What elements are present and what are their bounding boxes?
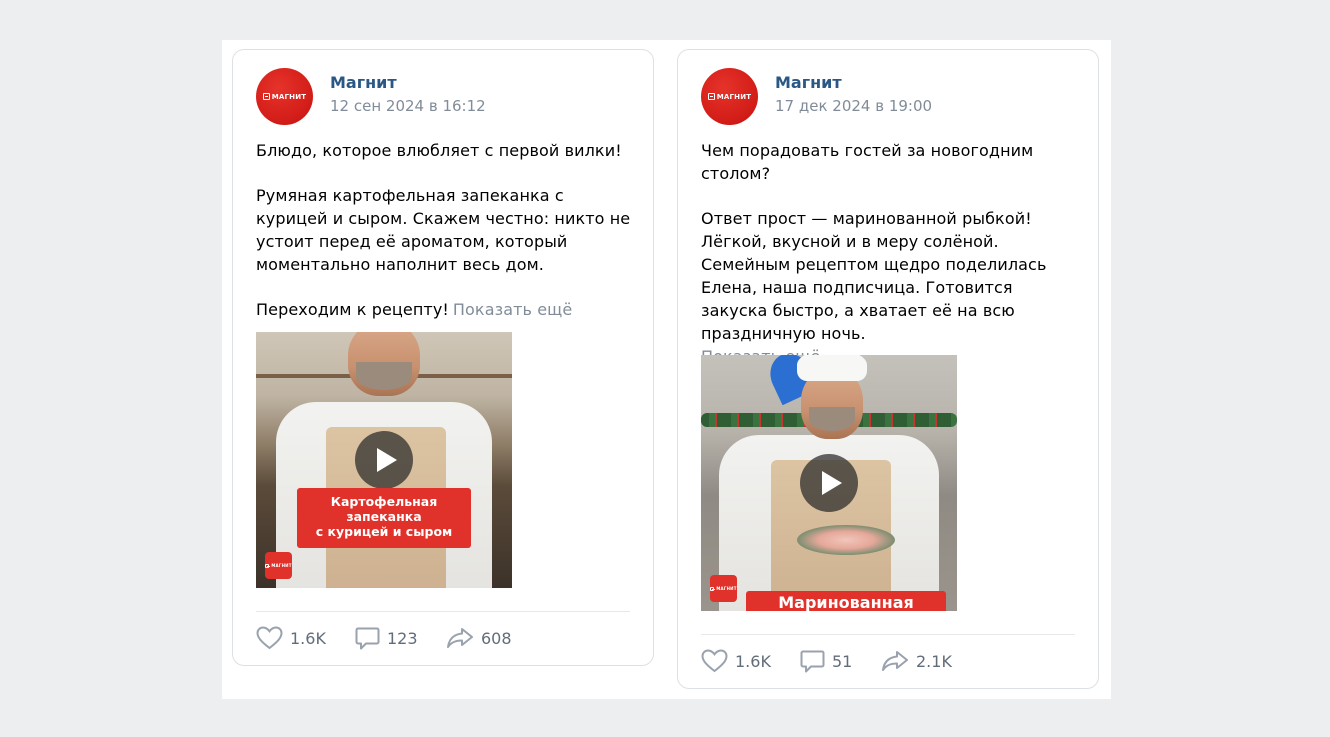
comment-icon: [800, 650, 825, 672]
magnit-logo-icon: МАГНИТ: [262, 93, 307, 101]
share-button[interactable]: 608: [446, 623, 512, 653]
post-paragraph: Блюдо, которое влюбляет с первой вилки!: [256, 141, 622, 160]
video-thumbnail[interactable]: Картофельная запеканка с курицей и сыром…: [256, 332, 512, 588]
post-header: МАГНИТ Магнит 12 сен 2024 в 16:12: [256, 68, 636, 126]
magnit-logo-icon: МАГНИТ: [265, 552, 292, 579]
post-text: Блюдо, которое влюбляет с первой вилки! …: [256, 139, 636, 321]
like-button[interactable]: 1.6K: [256, 623, 326, 653]
divider: [701, 634, 1075, 635]
comment-icon: [355, 627, 380, 649]
comment-button[interactable]: 123: [355, 623, 418, 653]
magnit-logo-icon: МАГНИТ: [710, 575, 737, 602]
comment-button[interactable]: 51: [800, 646, 852, 676]
post-paragraph: Ответ прост — маринованной рыбкой! Лёгко…: [701, 209, 1047, 343]
shares-count: 2.1K: [916, 651, 952, 671]
video-title-banner: Маринованная: [746, 591, 946, 611]
likes-count: 1.6K: [290, 628, 326, 648]
shares-count: 608: [481, 628, 512, 648]
post-paragraph: Чем порадовать гостей за новогодним стол…: [701, 141, 1034, 183]
share-button[interactable]: 2.1K: [881, 646, 952, 676]
like-button[interactable]: 1.6K: [701, 646, 771, 676]
share-arrow-icon: [882, 651, 908, 671]
post-paragraph: Румяная картофельная запеканка с курицей…: [256, 186, 631, 274]
post-date[interactable]: 17 дек 2024 в 19:00: [775, 97, 932, 115]
comments-count: 51: [832, 651, 853, 671]
video-thumbnail[interactable]: МАГНИТ Маринованная: [701, 355, 957, 611]
post-date[interactable]: 12 сен 2024 в 16:12: [330, 97, 486, 115]
post-card: МАГНИТ Магнит 17 дек 2024 в 19:00 Чем по…: [677, 49, 1099, 689]
post-actions: 1.6K 123 608: [256, 623, 630, 653]
post-text: Чем порадовать гостей за новогодним стол…: [701, 139, 1081, 368]
author-name[interactable]: Магнит: [330, 73, 397, 92]
divider: [256, 611, 630, 612]
likes-count: 1.6K: [735, 651, 771, 671]
play-icon[interactable]: [355, 431, 413, 489]
author-name[interactable]: Магнит: [775, 73, 842, 92]
avatar[interactable]: МАГНИТ: [256, 68, 313, 125]
comments-count: 123: [387, 628, 418, 648]
share-arrow-icon: [447, 628, 473, 648]
heart-icon: [701, 649, 728, 673]
video-title-banner: Картофельная запеканка с курицей и сыром: [297, 488, 471, 548]
show-more-link[interactable]: Показать ещё: [453, 300, 572, 319]
heart-icon: [256, 626, 283, 650]
post-header: МАГНИТ Магнит 17 дек 2024 в 19:00: [701, 68, 1081, 126]
post-card: МАГНИТ Магнит 12 сен 2024 в 16:12 Блюдо,…: [232, 49, 654, 666]
post-actions: 1.6K 51 2.1K: [701, 646, 1075, 676]
magnit-logo-icon: МАГНИТ: [707, 93, 752, 101]
play-icon[interactable]: [800, 454, 858, 512]
post-paragraph: Переходим к рецепту!: [256, 300, 449, 319]
avatar[interactable]: МАГНИТ: [701, 68, 758, 125]
